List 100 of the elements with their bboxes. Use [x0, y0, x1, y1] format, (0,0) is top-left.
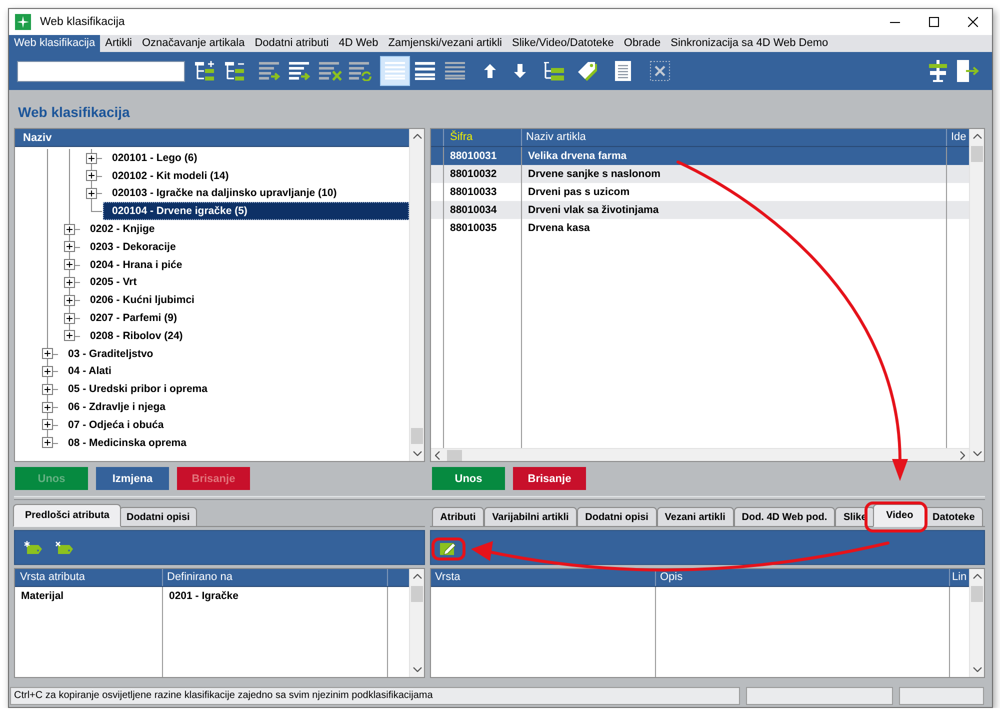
tree-item[interactable]: 0204 - Hrana i piće	[81, 256, 192, 274]
menu-item[interactable]: Obrade	[618, 35, 666, 52]
chevron-up-icon[interactable]	[972, 574, 982, 579]
tree-icon[interactable]	[542, 62, 564, 80]
horizontal-scrollbar[interactable]	[431, 448, 969, 461]
tab[interactable]: Vezani artikli	[656, 507, 734, 527]
expand-icon[interactable]	[64, 330, 75, 342]
tree-item[interactable]: 03 - Graditeljstvo	[59, 344, 162, 363]
tag-remove-icon[interactable]	[55, 541, 73, 554]
tree-item[interactable]: 020104 - Drvene igračke (5)	[103, 202, 409, 220]
chevron-down-icon[interactable]	[972, 667, 982, 672]
scroll-thumb[interactable]	[411, 586, 423, 602]
column-header[interactable]: Vrsta atributa	[15, 569, 163, 586]
menu-item[interactable]: Dodatni atributi	[250, 35, 334, 52]
expand-icon[interactable]	[64, 277, 75, 288]
add-button[interactable]: Unos	[432, 467, 505, 490]
tab[interactable]: Varijabilni artikli	[484, 507, 577, 527]
expand-icon[interactable]	[64, 224, 75, 235]
arrow-down-icon[interactable]	[514, 64, 526, 78]
expand-icon[interactable]	[42, 437, 53, 448]
tab[interactable]: Dodatni opisi	[576, 507, 657, 527]
scroll-thumb[interactable]	[971, 586, 983, 602]
chevron-left-icon[interactable]	[435, 450, 440, 460]
column-header[interactable]: Vrsta	[431, 569, 656, 586]
tree-item[interactable]: 04 - Alati	[59, 362, 120, 380]
menu-item[interactable]: Sinkronizacija sa 4D Web Demo	[666, 35, 834, 52]
tree-item[interactable]: 0203 - Dekoracije	[81, 238, 185, 256]
tab[interactable]: Dod. 4D Web pod.	[734, 507, 836, 527]
tree-item[interactable]: 020102 - Kit modeli (14)	[103, 166, 238, 185]
column-header[interactable]: Naziv	[15, 129, 409, 147]
edit-icon[interactable]	[440, 540, 456, 554]
scroll-thumb[interactable]	[971, 146, 983, 162]
menu-item[interactable]: Web klasifikacija	[9, 35, 100, 52]
edit-button[interactable]: Izmjena	[96, 467, 169, 490]
column-header[interactable]: Ide	[947, 129, 969, 146]
vertical-scrollbar[interactable]	[969, 569, 984, 677]
expand-icon[interactable]	[42, 402, 53, 413]
tree-add-icon[interactable]	[194, 60, 216, 82]
delete-button[interactable]: Brisanje	[513, 467, 586, 490]
menu-item[interactable]: 4D Web	[334, 35, 384, 52]
menu-item[interactable]: Označavanje artikala	[137, 35, 250, 52]
expand-icon[interactable]	[64, 241, 75, 252]
expand-icon[interactable]	[86, 152, 97, 164]
expand-icon[interactable]	[64, 312, 75, 324]
document-icon[interactable]	[615, 61, 631, 81]
chevron-up-icon[interactable]	[972, 134, 982, 139]
chevron-down-icon[interactable]	[412, 451, 422, 456]
menu-item[interactable]: Slike/Video/Datoteke	[506, 35, 619, 52]
expand-icon[interactable]	[42, 384, 53, 395]
tab[interactable]: Atributi	[432, 507, 484, 527]
tab[interactable]: Datoteke	[924, 507, 983, 527]
scroll-thumb[interactable]	[411, 428, 423, 444]
vertical-scrollbar[interactable]	[409, 129, 424, 461]
close-box-icon[interactable]	[650, 61, 670, 81]
expand-icon[interactable]	[86, 188, 97, 200]
arrow-up-icon[interactable]	[484, 64, 496, 78]
tag-icon[interactable]	[577, 60, 599, 82]
tree-item[interactable]: 06 - Zdravlje i njega	[59, 398, 174, 416]
expand-icon[interactable]	[42, 348, 53, 360]
menu-item[interactable]: Zamjenski/vezani artikli	[383, 35, 507, 52]
menu-item[interactable]: Artikli	[100, 35, 137, 52]
expand-icon[interactable]	[42, 366, 53, 378]
expand-icon[interactable]	[86, 170, 97, 182]
exit-icon[interactable]	[957, 60, 979, 82]
vertical-scrollbar[interactable]	[969, 129, 984, 461]
view-toggle-button[interactable]	[380, 56, 410, 86]
lines-icon[interactable]	[445, 62, 465, 80]
scroll-thumb[interactable]	[447, 450, 462, 460]
tree-item[interactable]: 0206 - Kućni ljubimci	[81, 291, 204, 310]
list-arrow-icon[interactable]	[258, 62, 282, 80]
column-header[interactable]: Naziv artikla	[522, 129, 947, 146]
tab[interactable]: Predlošci atributa	[13, 504, 122, 527]
tree-item[interactable]: 0205 - Vrt	[81, 274, 146, 292]
tree-item[interactable]: 020103 - Igračke na daljinsko upravljanje (10)	[103, 184, 346, 202]
chevron-right-icon[interactable]	[960, 450, 965, 460]
expand-icon[interactable]	[64, 294, 75, 306]
chevron-down-icon[interactable]	[412, 667, 422, 672]
chevron-up-icon[interactable]	[412, 134, 422, 139]
table-row[interactable]: 88010034 Drveni vlak sa životinjama	[431, 201, 969, 219]
list-arrow-icon[interactable]	[288, 62, 312, 80]
tree-item[interactable]: 07 - Odjeća i obuća	[59, 416, 173, 434]
tree-remove-icon[interactable]	[224, 60, 246, 82]
lines-icon[interactable]	[415, 62, 435, 80]
tab[interactable]: Dodatni opisi	[119, 507, 197, 527]
column-header[interactable]: Opis	[656, 569, 950, 586]
tree-item[interactable]: 0202 - Knjige	[81, 220, 164, 238]
tree-item[interactable]: 020101 - Lego (6)	[103, 149, 206, 167]
tree-item[interactable]: 0208 - Ribolov (24)	[81, 326, 192, 345]
list-refresh-icon[interactable]	[348, 62, 372, 80]
column-header[interactable]: Definirano na	[163, 569, 388, 586]
chevron-up-icon[interactable]	[412, 574, 422, 579]
tree-item[interactable]: 05 - Uredski pribor i oprema	[59, 380, 216, 398]
tab[interactable]: Video	[872, 504, 926, 527]
signpost-icon[interactable]	[928, 60, 948, 82]
table-row[interactable]: 88010031 Velika drvena farma	[431, 147, 969, 165]
column-header[interactable]: Lin	[950, 569, 969, 586]
tree-item[interactable]: 0207 - Parfemi (9)	[81, 309, 186, 327]
list-delete-icon[interactable]	[318, 62, 342, 80]
column-header[interactable]: Šifra	[444, 129, 522, 146]
search-field[interactable]	[17, 60, 185, 82]
